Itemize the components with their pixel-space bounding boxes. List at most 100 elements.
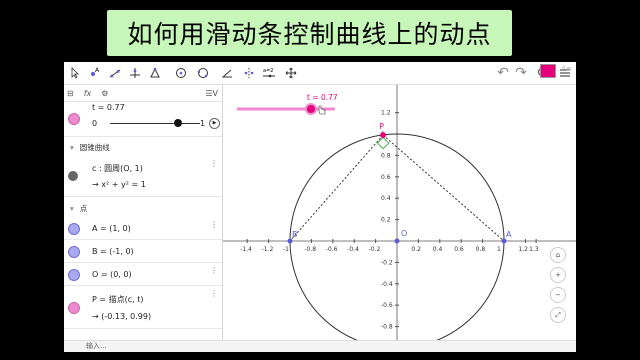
y-tick-label: 0.2 bbox=[381, 217, 391, 224]
zoom-in-icon[interactable]: + bbox=[550, 267, 566, 283]
visibility-toggle[interactable] bbox=[68, 269, 80, 281]
geogebra-window: A a=2 ↶ ↷ ⊟ fx ⚙ ☰V t = 0.77 0 1 ▶ ▾ 圆锥曲… bbox=[64, 62, 576, 352]
x-tick-label: 0.8 bbox=[476, 246, 486, 253]
fullscreen-icon[interactable]: ⤢ bbox=[550, 307, 566, 323]
y-tick-label: 0.8 bbox=[381, 152, 391, 159]
style-button[interactable]: A≡ bbox=[561, 65, 572, 73]
keyboard-icon[interactable]: ⊟ bbox=[67, 89, 74, 98]
move-view-icon[interactable] bbox=[282, 64, 300, 82]
perpendicular-icon[interactable] bbox=[126, 64, 144, 82]
x-tick-label: -0.4 bbox=[347, 246, 359, 253]
undo-button[interactable]: ↶ bbox=[494, 64, 512, 82]
circle-icon[interactable] bbox=[172, 64, 190, 82]
x-tick-label: -0.6 bbox=[326, 246, 338, 253]
x-tick-label: 0.6 bbox=[454, 246, 464, 253]
y-tick-label: -0.2 bbox=[381, 259, 393, 266]
point-o[interactable] bbox=[394, 238, 400, 244]
y-tick-label: -0.6 bbox=[381, 302, 393, 309]
polygon-icon[interactable] bbox=[146, 64, 164, 82]
x-tick-label: 0.4 bbox=[433, 246, 443, 253]
x-tick-label: 1.3 bbox=[529, 246, 539, 253]
y-tick-label: -0.8 bbox=[381, 324, 393, 331]
y-tick-label: 0.4 bbox=[381, 195, 391, 202]
point-b[interactable] bbox=[287, 238, 293, 244]
circle-equation: → x² + y² = 1 bbox=[92, 180, 146, 189]
point-o-text: O = (0, 0) bbox=[92, 270, 132, 279]
more-icon[interactable]: ⋮ bbox=[210, 220, 218, 229]
x-tick-label: 1.2 bbox=[518, 246, 528, 253]
circle-definition: c : 圆周(O, 1) bbox=[92, 164, 143, 173]
slider-min: 0 bbox=[92, 119, 98, 128]
more-icon[interactable]: ⋮ bbox=[210, 289, 218, 298]
x-tick-label: -1.2 bbox=[262, 246, 274, 253]
y-tick-label: 0.6 bbox=[381, 174, 391, 181]
circle-row[interactable]: c : 圆周(O, 1) → x² + y² = 1 ⋮ bbox=[64, 156, 222, 197]
visibility-toggle[interactable] bbox=[68, 246, 80, 258]
angle-icon[interactable] bbox=[218, 64, 236, 82]
axes: -1.4 -1.2 -1 -0.8 -0.6 -0.4 -0.2 0.2 0.4 0.6 0.8 1 1… bbox=[223, 85, 576, 352]
zoom-out-icon[interactable]: − bbox=[550, 287, 566, 303]
sort-menu-icon[interactable]: ☰V bbox=[205, 89, 218, 98]
point-p-value: → (-0.13, 0.99) bbox=[92, 312, 152, 321]
graphics-view[interactable]: -1.4 -1.2 -1 -0.8 -0.6 -0.4 -0.2 0.2 0.4 0.6 0.8 1 1… bbox=[223, 64, 576, 352]
segment-pa[interactable] bbox=[382, 134, 505, 242]
x-tick-label: 1 bbox=[497, 246, 501, 253]
video-title-banner: 如何用滑动条控制曲线上的动点 bbox=[107, 10, 512, 56]
point-p-row[interactable]: P = 描点(c, t) → (-0.13, 0.99) ⋮ bbox=[64, 286, 222, 329]
home-icon[interactable]: ⌂ bbox=[550, 247, 566, 263]
slider-icon[interactable]: a=2 bbox=[260, 64, 278, 82]
x-tick-label: -1.4 bbox=[240, 246, 252, 253]
redo-button[interactable]: ↷ bbox=[512, 64, 530, 82]
visibility-toggle[interactable] bbox=[68, 302, 80, 314]
label-b: B bbox=[292, 230, 298, 239]
algebra-view: ⊟ fx ⚙ ☰V t = 0.77 0 1 ▶ ▾ 圆锥曲线 c : 圆周(O,… bbox=[64, 85, 223, 350]
x-tick-label: -0.2 bbox=[369, 246, 381, 253]
y-tick-label: 1.2 bbox=[381, 110, 391, 117]
slider-row[interactable]: t = 0.77 0 1 ▶ bbox=[64, 102, 222, 137]
play-button[interactable]: ▶ bbox=[209, 118, 220, 129]
x-tick-label: -1 bbox=[283, 246, 289, 253]
visibility-toggle[interactable] bbox=[68, 113, 80, 125]
group-conic[interactable]: ▾ 圆锥曲线 bbox=[70, 142, 110, 153]
point-b-row[interactable]: B = (-1, 0) bbox=[64, 240, 222, 263]
visibility-toggle[interactable] bbox=[68, 171, 78, 181]
gear-icon[interactable]: ⚙ bbox=[101, 89, 108, 98]
label-o: O bbox=[401, 229, 407, 238]
graph-svg[interactable]: -1.4 -1.2 -1 -0.8 -0.6 -0.4 -0.2 0.2 0.4 0.6 0.8 1 1… bbox=[223, 85, 576, 352]
more-icon[interactable]: ⋮ bbox=[210, 159, 218, 168]
input-bar[interactable]: 输入... bbox=[64, 340, 576, 352]
point-a-row[interactable]: A = (1, 0) ⋮ bbox=[64, 217, 222, 240]
toolbar: A a=2 ↶ ↷ bbox=[64, 62, 576, 85]
fx-button[interactable]: fx bbox=[84, 89, 92, 98]
label-a: A bbox=[506, 230, 512, 239]
point-a-text: A = (1, 0) bbox=[92, 224, 131, 233]
circle-three-icon[interactable] bbox=[194, 64, 212, 82]
more-icon[interactable]: ⋮ bbox=[210, 266, 218, 275]
svg-text:A: A bbox=[95, 67, 100, 74]
point-p-definition: P = 描点(c, t) bbox=[92, 295, 144, 304]
y-tick-label: -0.4 bbox=[381, 281, 393, 288]
input-placeholder: 输入... bbox=[86, 342, 107, 350]
group-point[interactable]: ▾ 点 bbox=[70, 203, 87, 214]
point-o-row[interactable]: O = (0, 0) ⋮ bbox=[64, 263, 222, 286]
cursor-icon[interactable] bbox=[66, 64, 84, 82]
reflect-icon[interactable] bbox=[240, 64, 258, 82]
line-icon[interactable] bbox=[106, 64, 124, 82]
banner-title: 如何用滑动条控制曲线上的动点 bbox=[127, 20, 492, 49]
color-picker-button[interactable] bbox=[540, 64, 556, 78]
point-a[interactable] bbox=[501, 238, 507, 244]
label-p: P bbox=[379, 122, 384, 131]
slider-label: t = 0.77 bbox=[92, 103, 125, 112]
point-p[interactable] bbox=[380, 132, 387, 139]
x-tick-label: -0.8 bbox=[304, 246, 316, 253]
graph-slider-label: t = 0.77 bbox=[307, 93, 338, 102]
point-b-text: B = (-1, 0) bbox=[92, 247, 134, 256]
slider-track[interactable] bbox=[110, 123, 200, 124]
hand-cursor-icon bbox=[318, 105, 326, 115]
graph-slider-handle[interactable] bbox=[305, 103, 317, 115]
algebra-header: ⊟ fx ⚙ ☰V bbox=[64, 85, 222, 102]
x-tick-label: 0.2 bbox=[411, 246, 421, 253]
point-icon[interactable]: A bbox=[86, 64, 104, 82]
visibility-toggle[interactable] bbox=[68, 223, 80, 235]
slider-handle[interactable] bbox=[174, 119, 182, 127]
